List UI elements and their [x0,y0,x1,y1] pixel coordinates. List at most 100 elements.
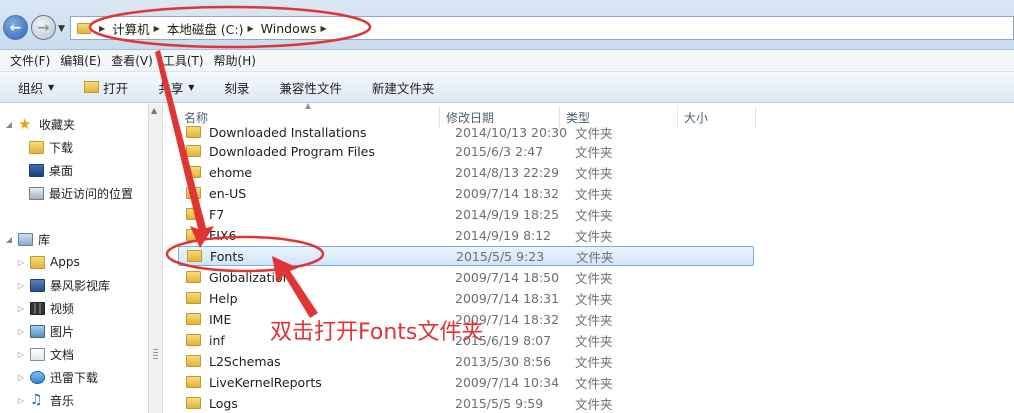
file-date: 2009/7/14 18:31 [455,290,560,306]
address-box[interactable]: ▶ 计算机 ▶ 本地磁盘 (C:) ▶ Windows ▶ [70,16,1014,40]
folder-icon [186,376,201,388]
breadcrumb-windows[interactable]: Windows [261,21,317,36]
file-row-downloaded-installations[interactable]: Downloaded Installations 2014/10/13 20:3… [178,122,754,142]
file-row-downloaded-program-files[interactable]: Downloaded Program Files 2015/6/3 2:47 文… [178,141,754,161]
new-folder-button[interactable]: 新建文件夹 [372,78,435,97]
file-date: 2014/8/13 22:29 [455,164,560,180]
chevron-right-icon[interactable]: ▶ [154,24,160,33]
expand-icon[interactable]: ▷ [16,258,26,267]
breadcrumb-local-disk[interactable]: 本地磁盘 (C:) [167,19,244,38]
file-row-f7[interactable]: F7 2014/9/19 18:25 文件夹 [178,204,754,224]
file-type: 文件夹 [576,249,614,265]
menu-help[interactable]: 帮助(H) [214,52,256,69]
collapse-icon[interactable]: ◢ [4,120,14,129]
chevron-right-icon[interactable]: ▶ [248,24,254,33]
file-date: 2014/9/19 8:12 [455,227,552,243]
chevron-right-icon[interactable]: ▶ [320,24,326,33]
nav-pictures[interactable]: ▷ 图片 [16,321,74,341]
music-note-icon: ♫ [30,392,43,408]
nav-xunlei[interactable]: ▷ 迅雷下载 [16,367,98,387]
nav-label: Apps [50,255,80,269]
file-row-globalization[interactable]: Globalization 2009/7/14 18:50 文件夹 [178,267,754,287]
menu-tools[interactable]: 工具(T) [163,52,204,69]
nav-pane-scrollbar[interactable]: ▲ [148,104,163,413]
folder-icon [30,255,45,269]
picture-icon [30,324,45,338]
file-name: F7 [209,206,225,222]
file-type: 文件夹 [575,291,613,307]
file-row-en-us[interactable]: en-US 2009/7/14 18:32 文件夹 [178,183,754,203]
burn-button[interactable]: 刻录 [224,78,249,97]
file-name: L2Schemas [209,353,281,369]
file-row-fix6[interactable]: FIX6 2014/9/19 8:12 文件夹 [178,225,754,245]
file-row-ehome[interactable]: ehome 2014/8/13 22:29 文件夹 [178,162,754,182]
expand-icon[interactable]: ▷ [16,350,26,359]
nav-documents[interactable]: ▷ 文档 [16,344,74,364]
share-button[interactable]: 共享 ▼ [158,78,194,97]
nav-recent[interactable]: 最近访问的位置 [29,183,133,203]
file-row-l2schemas[interactable]: L2Schemas 2013/5/30 8:56 文件夹 [178,351,754,371]
file-type: 文件夹 [575,207,613,223]
compatibility-files-button[interactable]: 兼容性文件 [279,78,342,97]
breadcrumb-computer[interactable]: 计算机 [112,19,150,38]
file-row-fonts[interactable]: Fonts 2015/5/5 9:23 文件夹 [178,246,754,266]
scroll-up-icon[interactable]: ▲ [151,106,157,115]
open-label: 打开 [103,80,129,96]
document-icon [30,347,45,361]
file-row-help[interactable]: Help 2009/7/14 18:31 文件夹 [178,288,754,308]
desktop-icon [29,163,44,177]
folder-icon [77,22,91,34]
nav-music[interactable]: ▷ ♫ 音乐 [16,390,74,410]
menu-file[interactable]: 文件(F) [10,52,50,69]
nav-desktop[interactable]: 桌面 [29,160,73,180]
scrollbar-grip[interactable] [153,349,158,359]
nav-label: 暴风影视库 [50,278,111,293]
nav-label: 最近访问的位置 [49,186,134,201]
nav-label: 桌面 [49,163,74,178]
folder-icon [186,229,201,241]
file-row-logs[interactable]: Logs 2015/5/5 9:59 文件夹 [178,393,754,413]
expand-icon[interactable]: ▷ [16,396,26,405]
nav-label: 图片 [50,324,75,339]
file-name: LiveKernelReports [209,374,322,390]
menu-edit[interactable]: 编辑(E) [60,52,101,69]
nav-downloads[interactable]: 下载 [29,137,73,157]
sort-ascending-icon: ▲ [305,101,312,110]
expand-icon[interactable]: ▷ [16,304,26,313]
command-toolbar: 组织 ▼ 打开 共享 ▼ 刻录 兼容性文件 新建文件夹 [0,72,1014,103]
nav-favorites[interactable]: ◢ ★ 收藏夹 [4,114,75,134]
file-type: 文件夹 [575,165,613,181]
file-name: FIX6 [209,227,237,243]
recent-pages-dropdown-icon[interactable]: ▼ [58,24,65,34]
nav-videos[interactable]: ▷ 视频 [16,298,74,318]
forward-button[interactable]: → [31,15,56,40]
chevron-right-icon[interactable]: ▶ [99,24,105,33]
organize-button[interactable]: 组织 ▼ [18,78,54,97]
nav-apps[interactable]: ▷ Apps [16,252,80,272]
file-name: Downloaded Program Files [209,143,375,159]
menu-view[interactable]: 查看(V) [111,52,153,69]
collapse-icon[interactable]: ◢ [4,235,14,244]
file-type: 文件夹 [575,270,613,286]
share-label: 共享 [158,80,184,96]
nav-libraries[interactable]: ◢ 库 [4,229,50,249]
folder-icon [186,126,201,138]
back-button[interactable]: ← [3,15,28,40]
expand-icon[interactable]: ▷ [16,281,26,290]
file-date: 2013/5/30 8:56 [455,353,552,369]
expand-icon[interactable]: ▷ [16,327,26,336]
folder-open-icon [84,81,100,93]
file-date: 2014/9/19 18:25 [455,206,560,222]
folder-icon [186,166,201,178]
file-type: 文件夹 [575,125,613,141]
nav-baofeng[interactable]: ▷ 暴风影视库 [16,275,110,295]
burn-label: 刻录 [224,80,250,96]
file-name: Logs [209,395,238,411]
file-row-livekernelreports[interactable]: LiveKernelReports 2009/7/14 10:34 文件夹 [178,372,754,392]
expand-icon[interactable]: ▷ [16,373,26,382]
open-button[interactable]: 打开 [84,78,128,97]
nav-label: 音乐 [50,393,75,408]
address-bar-row: ← → ▼ ▶ 计算机 ▶ 本地磁盘 (C:) ▶ Windows ▶ [0,0,1014,50]
thunder-download-icon [30,370,45,384]
file-type: 文件夹 [575,375,613,391]
